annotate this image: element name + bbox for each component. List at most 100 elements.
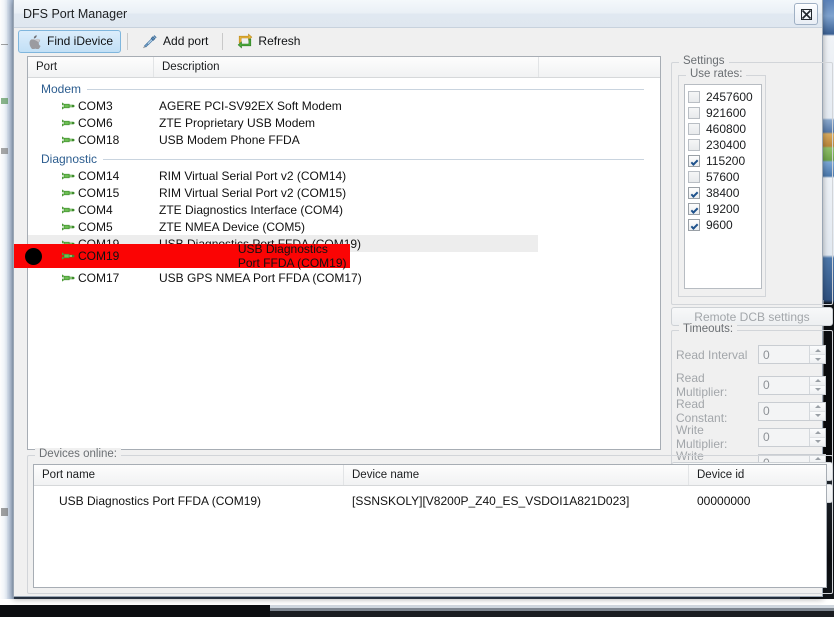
stepper-arrows[interactable] (809, 428, 825, 446)
checkbox-921600[interactable] (688, 107, 700, 119)
table-row[interactable]: COM17 USB GPS NMEA Port FFDA (COM17) (28, 269, 660, 286)
table-row[interactable]: COM6 ZTE Proprietary USB Modem (28, 114, 660, 131)
settings-group: Settings Use rates: 2457600 921600 46080… (671, 55, 833, 305)
window-titlebar: DFS Port Manager (14, 0, 822, 28)
devices-online-group: Devices online: Port name Device name De… (27, 448, 833, 594)
rate-item[interactable]: 38400 (688, 185, 761, 201)
port-description: RIM Virtual Serial Port v2 (COM14) (159, 168, 347, 183)
annotation-highlight-com19: COM19 USB Diagnostics Port FFDA (COM19) (14, 242, 350, 270)
chevron-up-icon (814, 405, 821, 408)
checkbox-460800[interactable] (688, 123, 700, 135)
close-icon[interactable] (794, 3, 818, 25)
rate-item[interactable]: 115200 (688, 153, 761, 169)
timeout-field-read-constant: Read Constant: 0 (676, 397, 830, 425)
table-row[interactable]: COM4 ZTE Diagnostics Interface (COM4) (28, 201, 660, 218)
rate-item[interactable]: 57600 (688, 169, 761, 185)
rate-label: 57600 (706, 170, 740, 184)
stepper-up[interactable] (810, 346, 825, 355)
stepper-arrows[interactable] (809, 402, 825, 420)
read-multiplier-value[interactable]: 0 (759, 377, 809, 394)
port-name: COM5 (78, 219, 113, 234)
port-description: ZTE Diagnostics Interface (COM4) (159, 202, 344, 217)
column-header-device-name[interactable]: Device name (344, 465, 689, 485)
rate-checkbox-list[interactable]: 2457600 921600 460800 230400 115200 5760… (684, 84, 762, 289)
chevron-down-icon (814, 357, 821, 361)
stepper-arrows[interactable] (809, 376, 825, 394)
stepper-up[interactable] (810, 428, 825, 438)
stepper-arrows[interactable] (809, 346, 825, 363)
settings-title: Settings (679, 55, 729, 67)
devices-online-list[interactable]: Port name Device name Device id USB Diag… (33, 464, 827, 588)
read-interval-stepper[interactable]: 0 (758, 345, 826, 364)
stepper-up[interactable] (810, 402, 825, 412)
add-port-button[interactable]: Add port (134, 30, 216, 53)
background-window-left (0, 0, 14, 617)
rate-item[interactable]: 921600 (688, 105, 761, 121)
table-row[interactable]: COM14 RIM Virtual Serial Port v2 (COM14) (28, 167, 660, 184)
chevron-up-icon (814, 348, 821, 352)
column-header-device-id[interactable]: Device id (689, 465, 826, 485)
serial-port-icon (62, 205, 75, 214)
rate-item[interactable]: 460800 (688, 121, 761, 137)
checkbox-230400[interactable] (688, 139, 700, 151)
find-idevice-label: Find iDevice (47, 34, 114, 48)
stepper-down[interactable] (810, 411, 825, 420)
write-multiplier-label: Write Multiplier: (676, 423, 728, 451)
read-interval-value[interactable]: 0 (759, 346, 809, 363)
rate-label: 921600 (706, 106, 747, 120)
port-description: ZTE NMEA Device (COM5) (159, 219, 306, 234)
table-row[interactable]: USB Diagnostics Port FFDA (COM19) [SSNSK… (34, 491, 826, 510)
rate-label: 460800 (706, 122, 747, 136)
port-cell: COM15 (28, 186, 153, 200)
stepper-up[interactable] (810, 376, 825, 386)
group-divider-line (87, 88, 644, 90)
read-multiplier-label: Read Multiplier: (676, 371, 728, 399)
checkbox-57600[interactable] (688, 171, 700, 183)
write-multiplier-value[interactable]: 0 (759, 429, 809, 446)
column-header-port[interactable]: Port (28, 57, 154, 77)
toolbar-separator-1 (127, 32, 129, 50)
rate-label: 230400 (706, 138, 747, 152)
stepper-down[interactable] (810, 385, 825, 394)
port-name: COM14 (78, 168, 120, 183)
port-group-diagnostic: Diagnostic (28, 148, 660, 167)
read-constant-stepper[interactable]: 0 (758, 401, 826, 421)
chevron-down-icon (814, 440, 821, 443)
column-header-port-name[interactable]: Port name (34, 465, 344, 485)
use-rates-title: Use rates: (686, 68, 747, 80)
serial-port-icon (62, 273, 75, 282)
toolbar-separator-2 (222, 32, 224, 50)
annotation-marker-dot (25, 247, 42, 265)
port-description: ZTE Proprietary USB Modem (159, 115, 316, 130)
find-idevice-button[interactable]: Find iDevice (18, 29, 122, 53)
checkbox-2457600[interactable] (688, 91, 700, 103)
rate-item[interactable]: 9600 (688, 217, 761, 233)
refresh-button[interactable]: Refresh (229, 30, 308, 53)
port-name: COM15 (78, 185, 120, 200)
background-window-bottom (0, 599, 834, 617)
checkbox-19200[interactable] (688, 203, 700, 215)
window-content: Port Description Modem COM3 AGERE PCI-SV… (14, 53, 833, 596)
table-row[interactable]: COM15 RIM Virtual Serial Port v2 (COM15) (28, 184, 660, 201)
device-name: [SSNSKOLY][V8200P_Z40_ES_VSDOI1A821D023] (352, 493, 630, 508)
checkbox-38400[interactable] (688, 187, 700, 199)
column-header-description[interactable]: Description (154, 57, 539, 77)
timeout-field-write-multiplier: Write Multiplier: 0 (676, 423, 830, 451)
stepper-down[interactable] (810, 437, 825, 446)
table-row[interactable]: COM3 AGERE PCI-SV92EX Soft Modem (28, 97, 660, 114)
rate-item[interactable]: 230400 (688, 137, 761, 153)
rate-item[interactable]: 2457600 (688, 89, 761, 105)
write-multiplier-stepper[interactable]: 0 (758, 427, 826, 447)
stepper-down[interactable] (810, 355, 825, 363)
checkbox-9600[interactable] (688, 219, 700, 231)
rate-item[interactable]: 19200 (688, 201, 761, 217)
checkbox-115200[interactable] (688, 155, 700, 167)
read-multiplier-stepper[interactable]: 0 (758, 375, 826, 395)
close-glyph (800, 8, 812, 20)
table-row[interactable]: COM5 ZTE NMEA Device (COM5) (28, 218, 660, 235)
port-description: USB GPS NMEA Port FFDA (COM17) (159, 270, 362, 285)
read-constant-value[interactable]: 0 (759, 403, 809, 420)
table-row[interactable]: COM18 USB Modem Phone FFDA (28, 131, 660, 148)
serial-port-icon (62, 188, 75, 197)
port-cell: COM4 (28, 203, 153, 217)
